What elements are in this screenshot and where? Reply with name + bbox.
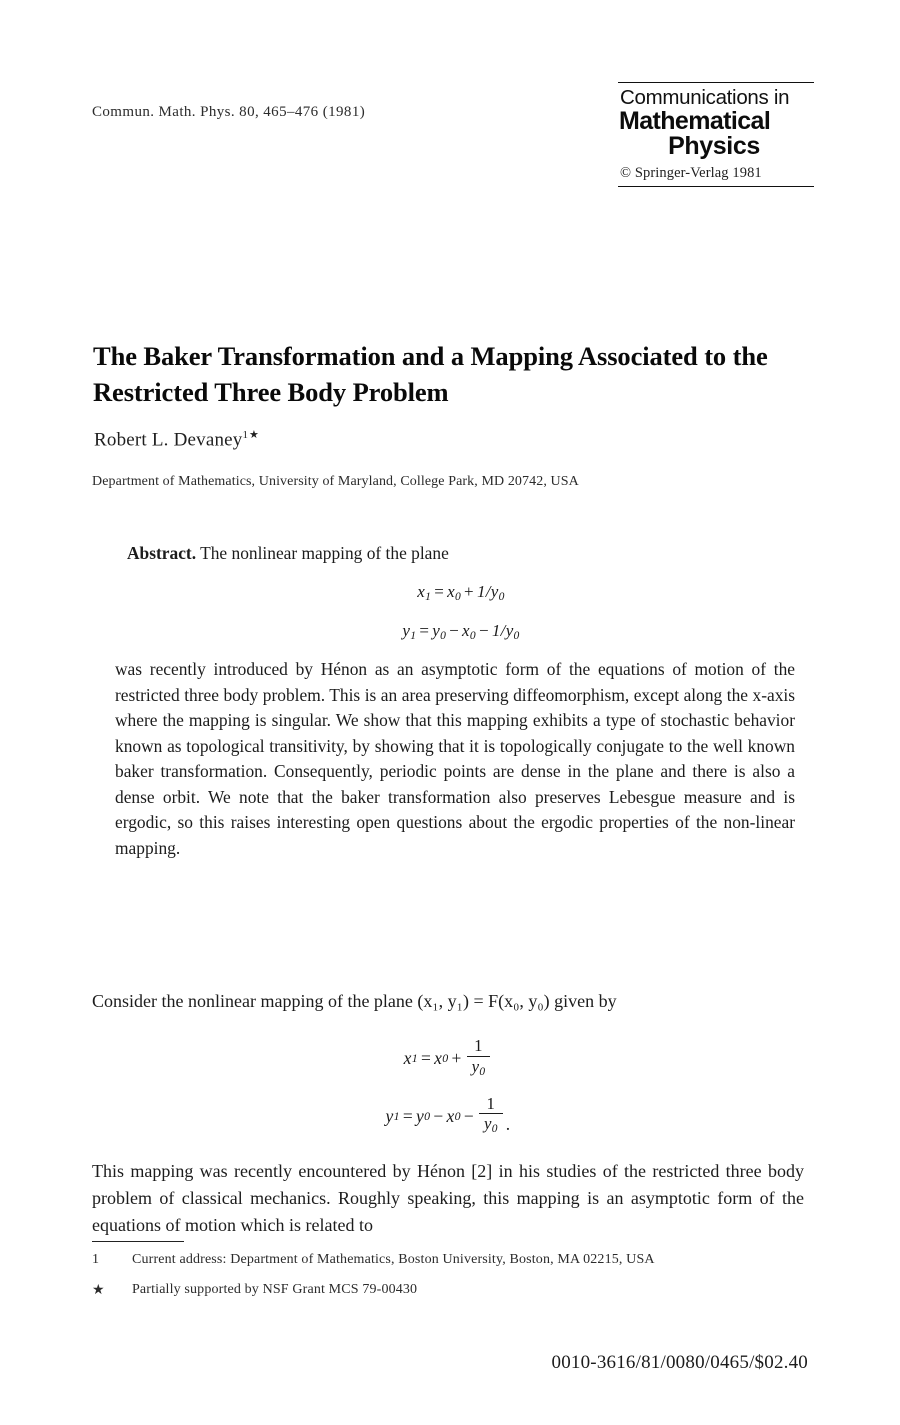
issn-price-line: 0010-3616/81/0080/0465/$02.40 xyxy=(551,1352,808,1373)
document-page: Commun. Math. Phys. 80, 465–476 (1981) C… xyxy=(0,0,900,1425)
body-paragraph-consider: Consider the nonlinear mapping of the pl… xyxy=(92,991,617,1011)
masthead-copyright: © Springer-Verlag 1981 xyxy=(620,164,762,181)
display-equation-block: x 1 = x 0 + 1 y0 y 1 = y 0− x 0− 1 y0 . xyxy=(92,1037,804,1137)
body-paragraph-henon: This mapping was recently encountered by… xyxy=(92,1161,804,1235)
abstract-label: Abstract. xyxy=(127,543,197,563)
footnote-item: 1 Current address: Department of Mathema… xyxy=(92,1252,804,1268)
footnote-separator-rule xyxy=(92,1241,184,1242)
masthead-line-communications: Communications in xyxy=(620,86,790,109)
author-label: Robert L. Devaney xyxy=(94,429,243,451)
abstract-body-text: was recently introduced by Hénon as an a… xyxy=(115,659,795,859)
author-footnote-markers: 1★ xyxy=(242,429,260,441)
display-equation-y1: y 1 = y 0− x 0− 1 y0 . xyxy=(385,1093,511,1137)
author-affiliation: Department of Mathematics, University of… xyxy=(92,474,579,489)
abstract-equation-y1: y1 = y0− x0−1/y0 xyxy=(402,620,520,643)
journal-masthead: Communications in Mathematical Physics ©… xyxy=(618,82,814,187)
footnotes-section: 1 Current address: Department of Mathema… xyxy=(92,1252,804,1313)
footnote-text: Partially supported by NSF Grant MCS 79-… xyxy=(132,1282,418,1297)
masthead-line-mathematical: Mathematical xyxy=(619,106,771,135)
abstract-section: Abstract. The nonlinear mapping of the p… xyxy=(115,541,795,862)
display-equation-x1: x 1 = x 0 + 1 y0 xyxy=(92,1037,804,1080)
masthead-line-physics: Physics xyxy=(668,131,760,160)
footnote-marker: ★ xyxy=(92,1283,105,1298)
author-name: Robert L. Devaney1★ xyxy=(94,428,260,451)
journal-reference: Commun. Math. Phys. 80, 465–476 (1981) xyxy=(92,104,366,120)
abstract-equation-x1: x1 = x0 +1/y0 xyxy=(417,581,505,603)
article-title: The Baker Transformation and a Mapping A… xyxy=(93,340,768,408)
footnote-item: ★ Partially supported by NSF Grant MCS 7… xyxy=(92,1282,804,1299)
fraction-one-over-y0-second: 1 y0 xyxy=(479,1094,503,1137)
abstract-intro-text: The nonlinear mapping of the plane xyxy=(200,543,449,563)
abstract-intro-line: Abstract. The nonlinear mapping of the p… xyxy=(127,541,795,567)
fraction-one-over-y0: 1 y0 xyxy=(466,1037,491,1079)
footnote-text: Current address: Department of Mathemati… xyxy=(132,1252,655,1267)
footnote-marker: 1 xyxy=(92,1252,100,1267)
